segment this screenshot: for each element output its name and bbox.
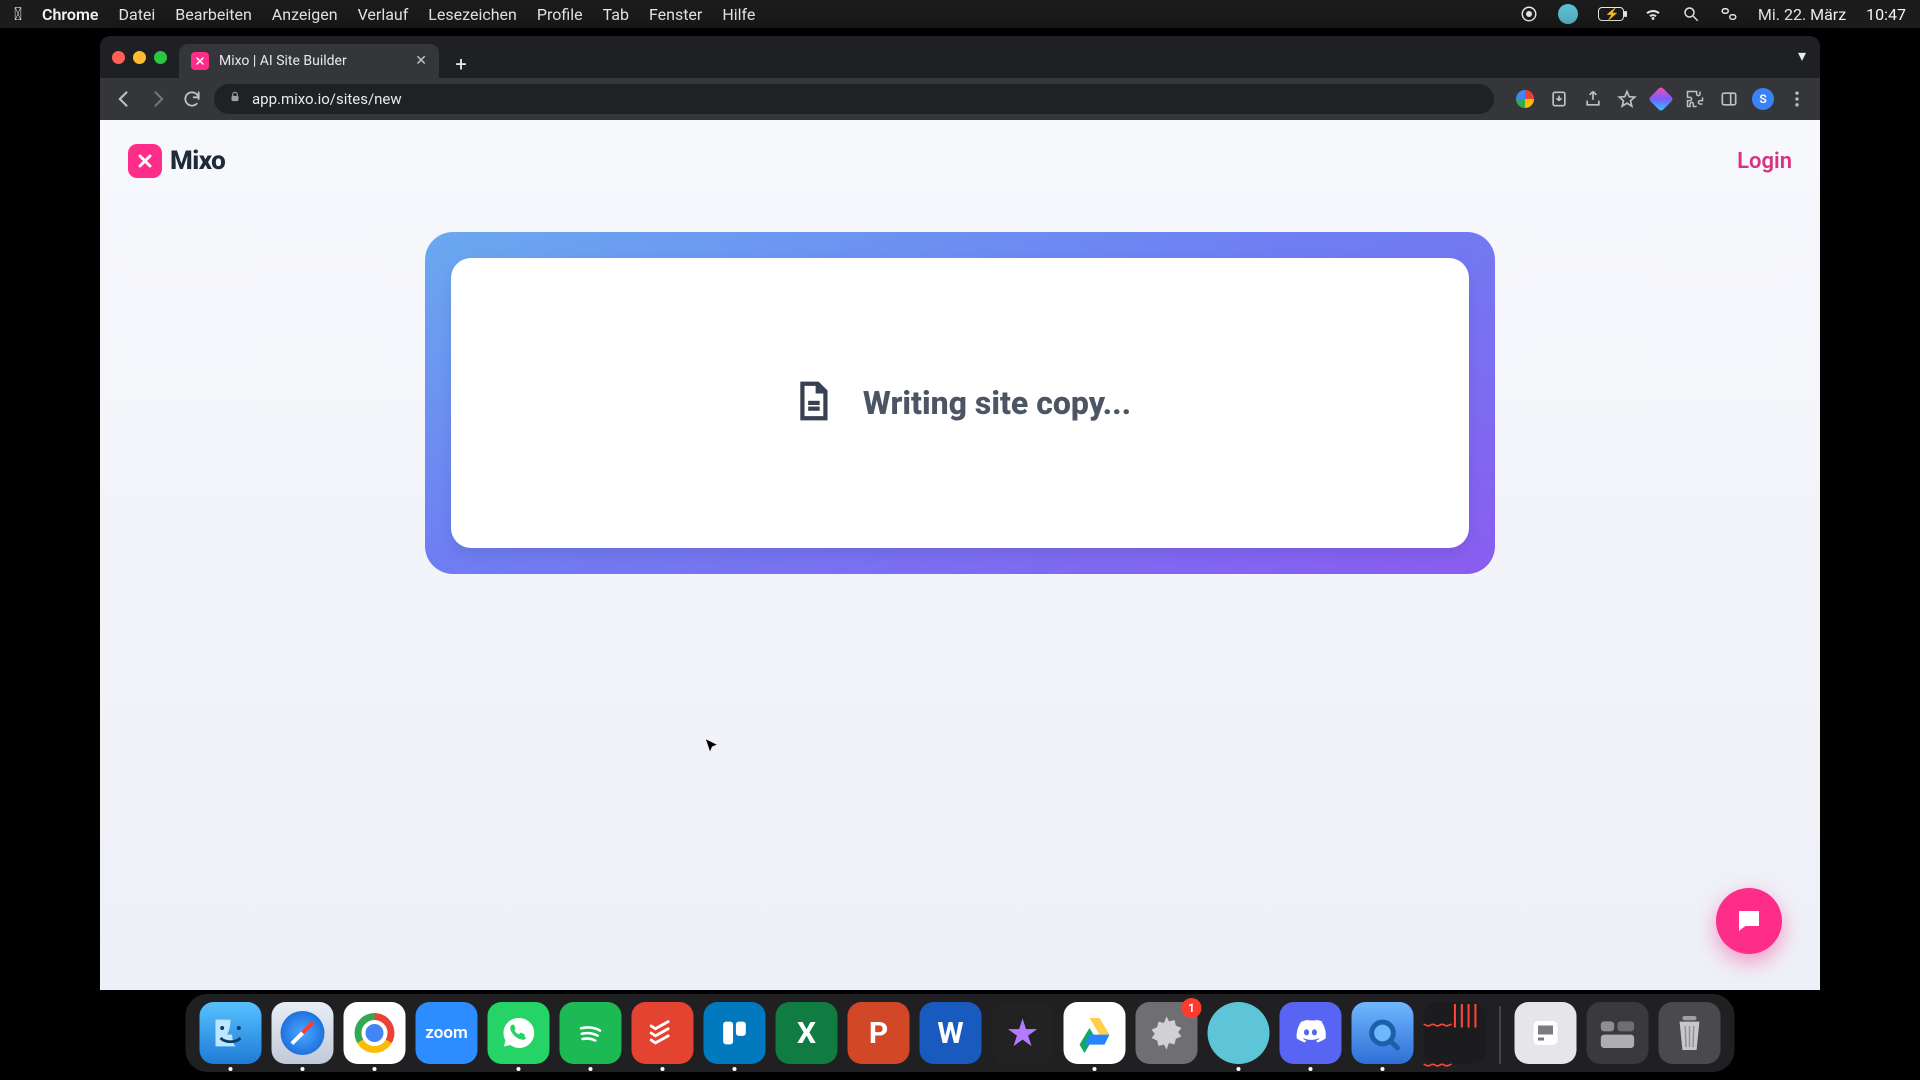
address-bar[interactable]: app.mixo.io/sites/new (214, 84, 1494, 114)
window-maximize-button[interactable] (154, 51, 167, 64)
dock-word[interactable]: W (920, 1002, 982, 1064)
dock-discord[interactable] (1280, 1002, 1342, 1064)
share-icon[interactable] (1582, 88, 1604, 110)
loading-status-text: Writing site copy... (863, 384, 1131, 422)
dock-quicktime[interactable] (1352, 1002, 1414, 1064)
menubar-app-name[interactable]: Chrome (42, 5, 99, 24)
dock-app-generic[interactable] (1515, 1002, 1577, 1064)
google-service-icon[interactable] (1514, 88, 1536, 110)
dock-folder[interactable] (1587, 1002, 1649, 1064)
menu-tab[interactable]: Tab (603, 5, 629, 24)
url-text: app.mixo.io/sites/new (252, 90, 402, 108)
control-center-icon[interactable] (1720, 5, 1738, 23)
extensions-puzzle-icon[interactable] (1684, 88, 1706, 110)
dock-powerpoint[interactable]: P (848, 1002, 910, 1064)
menu-anzeigen[interactable]: Anzeigen (272, 5, 338, 24)
dock-trash[interactable] (1659, 1002, 1721, 1064)
login-link[interactable]: Login (1737, 149, 1792, 174)
dock-spotify[interactable] (560, 1002, 622, 1064)
window-close-button[interactable] (112, 51, 125, 64)
menu-profile[interactable]: Profile (537, 5, 583, 24)
dock-safari[interactable] (272, 1002, 334, 1064)
dock-app-teal[interactable] (1208, 1002, 1270, 1064)
search-icon[interactable] (1682, 5, 1700, 23)
menubar-time[interactable]: 10:47 (1866, 5, 1906, 24)
tab-favicon-icon (191, 52, 209, 70)
tab-title: Mixo | AI Site Builder (219, 53, 347, 69)
dock-imovie[interactable]: ★ (992, 1002, 1054, 1064)
menu-hilfe[interactable]: Hilfe (722, 5, 755, 24)
menu-fenster[interactable]: Fenster (649, 5, 702, 24)
tab-strip: Mixo | AI Site Builder ✕ + ▾ (100, 36, 1820, 78)
forward-button[interactable] (146, 87, 170, 111)
dock-settings[interactable]: 1 (1136, 1002, 1198, 1064)
install-app-icon[interactable] (1548, 88, 1570, 110)
tab-close-icon[interactable]: ✕ (415, 53, 427, 69)
apple-menu-icon[interactable]:  (14, 4, 22, 25)
dock-excel[interactable]: X (776, 1002, 838, 1064)
profile-avatar[interactable]: S (1752, 88, 1774, 110)
tabs-dropdown-icon[interactable]: ▾ (1798, 46, 1806, 65)
cursor-icon (704, 738, 720, 758)
mixo-logo[interactable]: Mixo (128, 144, 225, 178)
dock-zoom[interactable]: zoom (416, 1002, 478, 1064)
dock-todoist[interactable] (632, 1002, 694, 1064)
back-button[interactable] (112, 87, 136, 111)
menubar-date[interactable]: Mi. 22. März (1758, 5, 1846, 24)
mixo-mark-icon (128, 144, 162, 178)
reload-button[interactable] (180, 87, 204, 111)
chrome-menu-icon[interactable] (1786, 88, 1808, 110)
menu-verlauf[interactable]: Verlauf (358, 5, 409, 24)
dock-chrome[interactable] (344, 1002, 406, 1064)
menu-lesezeichen[interactable]: Lesezeichen (428, 5, 517, 24)
dock-whatsapp[interactable] (488, 1002, 550, 1064)
dock-trello[interactable] (704, 1002, 766, 1064)
menu-datei[interactable]: Datei (118, 5, 155, 24)
window-minimize-button[interactable] (133, 51, 146, 64)
menu-bearbeiten[interactable]: Bearbeiten (175, 5, 252, 24)
mixo-wordmark: Mixo (170, 146, 225, 176)
extension-diamond-icon[interactable] (1650, 88, 1672, 110)
page-content: Mixo Login Writing site copy... (100, 120, 1820, 990)
browser-toolbar: app.mixo.io/sites/new S (100, 78, 1820, 120)
browser-tab[interactable]: Mixo | AI Site Builder ✕ (179, 44, 439, 78)
dock-finder[interactable] (200, 1002, 262, 1064)
sidepanel-icon[interactable] (1718, 88, 1740, 110)
browser-window: Mixo | AI Site Builder ✕ + ▾ app.mixo.io… (100, 36, 1820, 990)
bookmark-star-icon[interactable] (1616, 88, 1638, 110)
settings-badge: 1 (1182, 998, 1202, 1018)
dock-voicememos[interactable]: ﹏||||﹏ (1424, 1002, 1486, 1064)
loading-card: Writing site copy... (425, 232, 1495, 574)
dock-gdrive[interactable] (1064, 1002, 1126, 1064)
dock: zoom X P W ★ 1 ﹏||||﹏ (186, 994, 1735, 1072)
battery-icon[interactable]: ⚡ (1598, 7, 1624, 21)
wifi-icon[interactable] (1644, 5, 1662, 23)
record-icon[interactable] (1520, 5, 1538, 23)
document-icon (789, 378, 835, 428)
menubar-user-icon[interactable] (1558, 4, 1578, 24)
chat-fab-button[interactable] (1716, 888, 1782, 954)
mac-menubar:  Chrome Datei Bearbeiten Anzeigen Verla… (0, 0, 1920, 28)
new-tab-button[interactable]: + (447, 50, 475, 78)
lock-icon (228, 90, 242, 108)
